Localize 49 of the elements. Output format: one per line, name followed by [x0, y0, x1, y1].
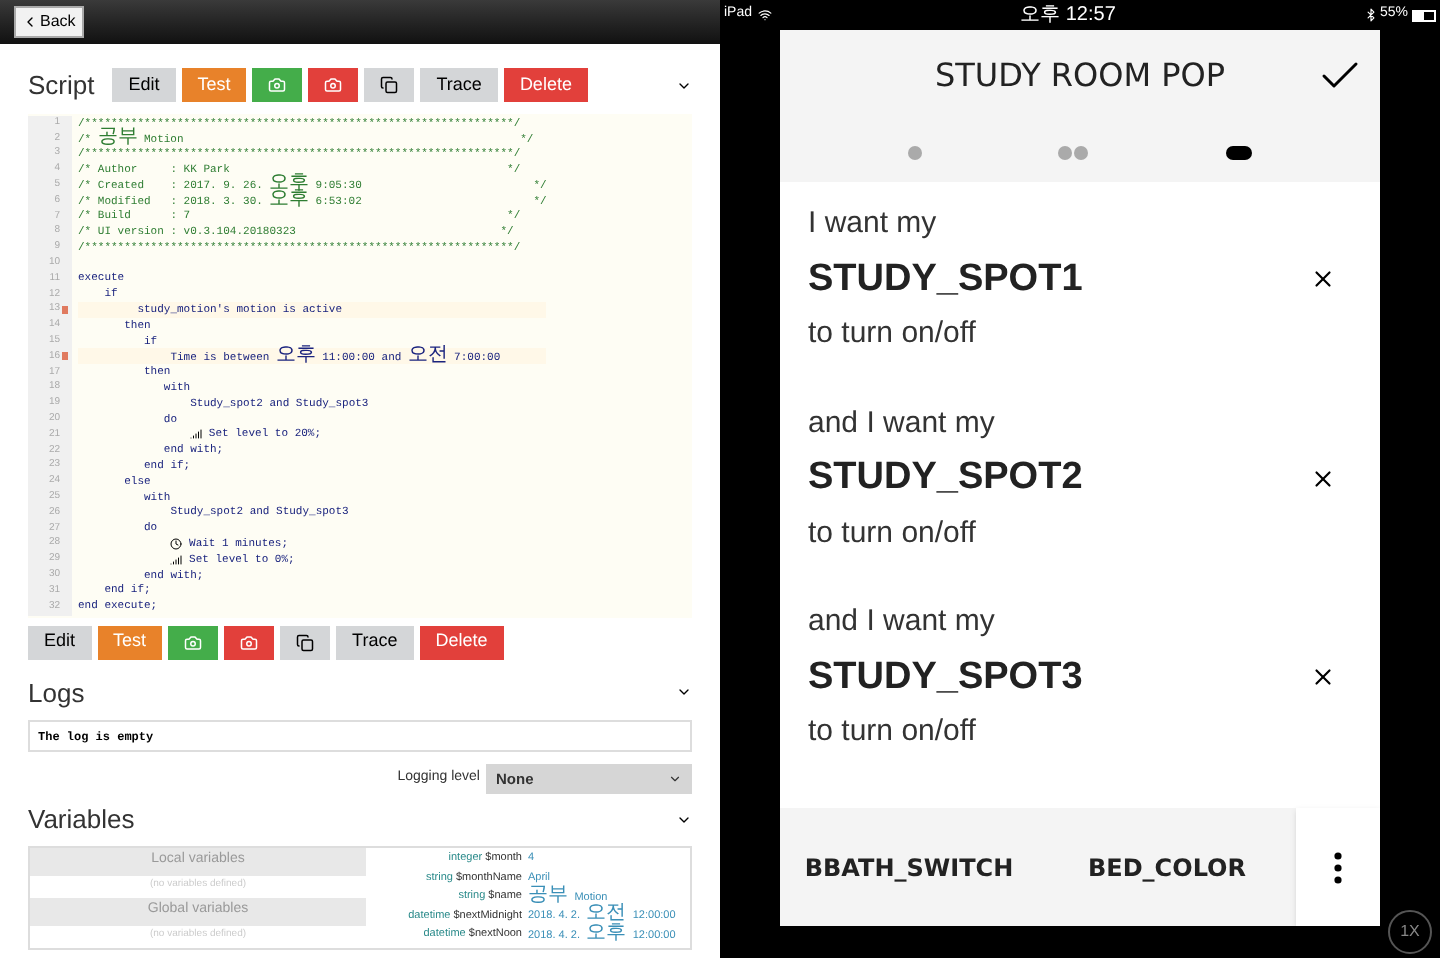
item-prefix: and I want my — [808, 602, 997, 642]
zoom-badge[interactable]: 1X — [1388, 910, 1432, 954]
section-title: Logs — [28, 675, 85, 712]
remove-icon[interactable] — [1310, 465, 1336, 492]
dropdown-caret-icon — [668, 772, 682, 786]
toolbar-button[interactable]: Delete — [503, 68, 588, 103]
bluetooth-icon — [1363, 8, 1378, 22]
copy-button[interactable] — [280, 625, 331, 659]
camera-button[interactable] — [308, 68, 359, 103]
remove-icon[interactable] — [1310, 664, 1336, 691]
signal-bars-icon — [170, 553, 183, 566]
toolbar-button[interactable]: Trace — [420, 68, 498, 103]
step-indicator[interactable] — [1225, 145, 1252, 159]
item-prefix: and I want my — [808, 403, 997, 443]
back-button[interactable]: Back — [14, 6, 84, 38]
item-suffix: to turn on/off — [808, 314, 978, 354]
copy-icon — [296, 633, 315, 651]
camera-button[interactable] — [168, 625, 219, 659]
device-name: STUDY_SPOT3 — [808, 653, 1085, 701]
section-title: Variables — [28, 802, 135, 838]
item-prefix: I want my — [808, 204, 939, 244]
item-suffix: to turn on/off — [808, 712, 978, 752]
camera-icon — [324, 76, 343, 95]
clock-time: 오후 12:57 — [1020, 5, 1116, 25]
item-suffix: to turn on/off — [808, 513, 978, 553]
camera-icon — [268, 76, 287, 95]
device-name: STUDY_SPOT2 — [808, 454, 1085, 502]
camera-icon — [240, 633, 259, 651]
toolbar-button[interactable]: Edit — [112, 68, 176, 103]
device-name: STUDY_SPOT1 — [808, 255, 1085, 303]
dialog-title: STUDY ROOM POP — [934, 54, 1226, 98]
chevron-left-icon — [22, 14, 38, 30]
device-tab[interactable]: BBATH_SWITCH — [780, 808, 1038, 926]
more-icon — [1334, 851, 1342, 883]
toolbar-button[interactable]: Delete — [419, 625, 504, 659]
clock-icon — [170, 537, 183, 550]
battery-icon — [1412, 9, 1436, 21]
camera-button[interactable] — [252, 68, 303, 103]
camera-icon — [184, 633, 203, 651]
copy-icon — [380, 76, 399, 95]
toolbar-button[interactable]: Edit — [28, 625, 92, 659]
copy-button[interactable] — [364, 68, 415, 103]
camera-button[interactable] — [224, 625, 275, 659]
wifi-icon — [758, 8, 773, 22]
section-title: Script — [28, 68, 95, 104]
signal-bars-icon — [190, 428, 203, 441]
device-tab[interactable]: BED_COLOR — [1038, 808, 1296, 926]
remove-icon[interactable] — [1310, 266, 1336, 293]
toolbar-button[interactable]: Trace — [336, 625, 414, 659]
